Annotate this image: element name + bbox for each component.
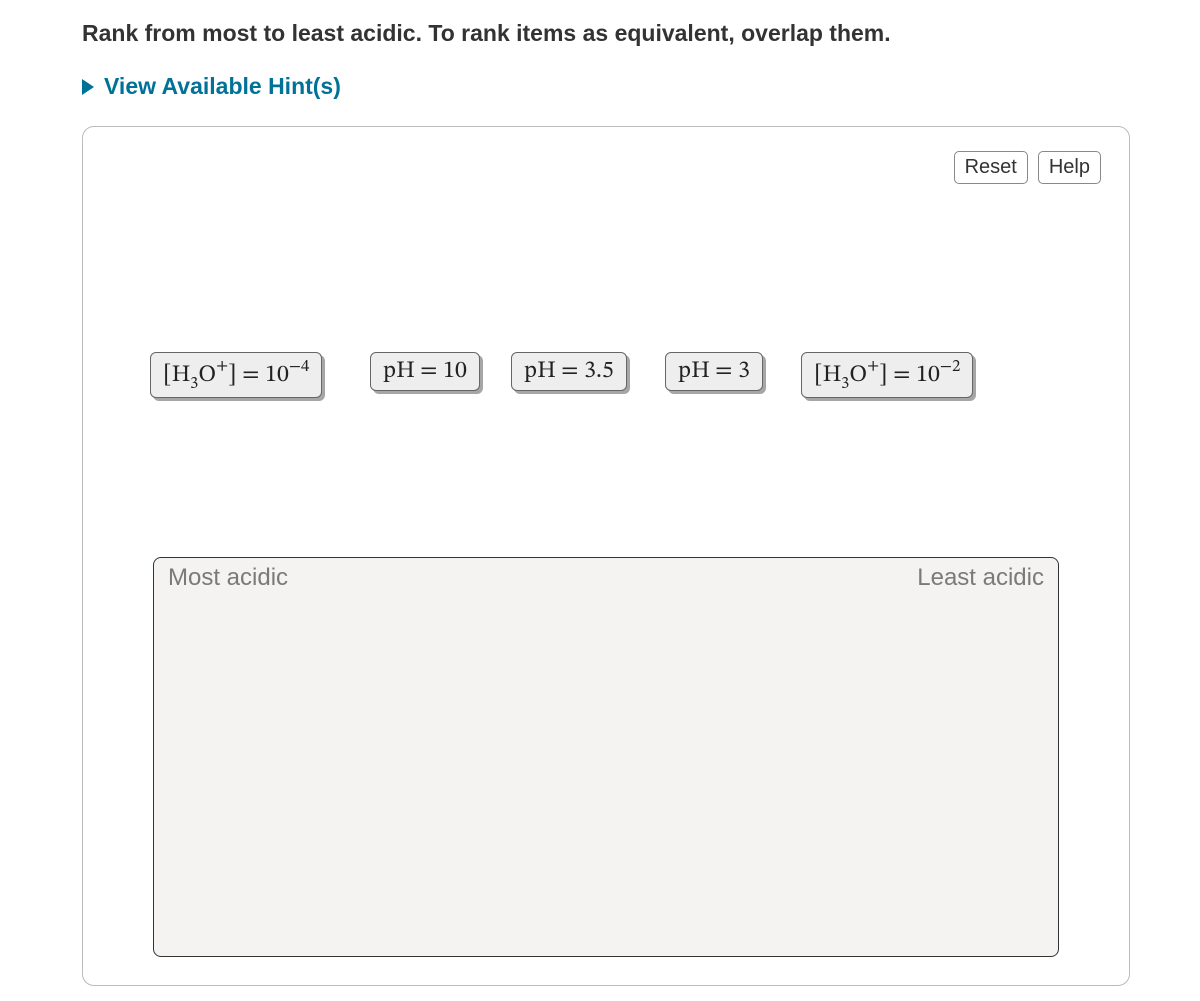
chip-ph-3_5[interactable]: pH = 3.5 bbox=[511, 352, 627, 391]
chip-text: [H3O+] = 10−2 bbox=[814, 363, 960, 387]
chip-text: pH = 3.5 bbox=[524, 359, 614, 383]
chip-h3o-10e-4[interactable]: [H3O+] = 10−4 bbox=[150, 352, 322, 398]
play-right-icon bbox=[82, 79, 94, 95]
chip-text: [H3O+] = 10−4 bbox=[163, 363, 309, 387]
ranking-panel: Reset Help [H3O+] = 10−4 pH = 10 pH = 3.… bbox=[82, 126, 1130, 986]
ranking-dropzone[interactable]: Most acidic Least acidic bbox=[153, 557, 1059, 957]
chip-text: pH = 3 bbox=[678, 359, 750, 383]
chip-ph-10[interactable]: pH = 10 bbox=[370, 352, 480, 391]
view-hints-toggle[interactable]: View Available Hint(s) bbox=[82, 73, 1130, 100]
question-prompt: Rank from most to least acidic. To rank … bbox=[82, 20, 1130, 47]
ranking-stage: [H3O+] = 10−4 pH = 10 pH = 3.5 pH = 3 [H… bbox=[83, 127, 1129, 985]
dropzone-label-least: Least acidic bbox=[917, 564, 1044, 592]
dropzone-label-most: Most acidic bbox=[168, 564, 288, 592]
chip-ph-3[interactable]: pH = 3 bbox=[665, 352, 763, 391]
view-hints-label: View Available Hint(s) bbox=[104, 73, 341, 100]
chip-text: pH = 10 bbox=[383, 359, 467, 383]
chip-h3o-10e-2[interactable]: [H3O+] = 10−2 bbox=[801, 352, 973, 398]
